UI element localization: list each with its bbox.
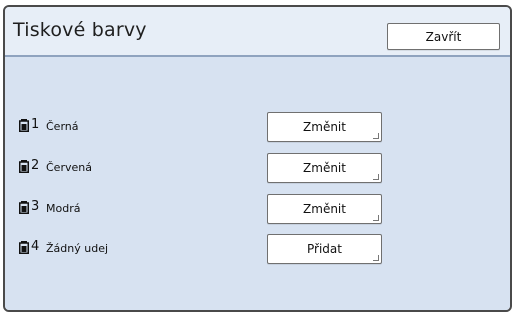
corner-mark-icon	[373, 255, 379, 261]
corner-mark-icon	[373, 174, 379, 180]
drum-number: 4	[31, 239, 40, 254]
drum-row-4: 4 Žádný udej Přidat	[19, 234, 409, 264]
close-button[interactable]: Zavřít	[387, 23, 500, 50]
page-title: Tiskové barvy	[13, 19, 147, 41]
drum-row-2: 2 Červená Změnit	[19, 153, 409, 183]
drum-number: 3	[31, 199, 40, 214]
drum-row-1: 1 Černá Změnit	[19, 112, 409, 142]
ink-drum-icon	[19, 119, 29, 132]
drum-color-name: Žádný udej	[46, 242, 109, 255]
change-button-drum-1[interactable]: Změnit	[267, 112, 382, 142]
change-button-label: Změnit	[303, 120, 346, 134]
change-button-drum-2[interactable]: Změnit	[267, 153, 382, 183]
ink-drum-icon	[19, 241, 29, 254]
corner-mark-icon	[373, 133, 379, 139]
ink-drum-icon	[19, 160, 29, 173]
change-button-label: Změnit	[303, 202, 346, 216]
ink-colors-dialog: Tiskové barvy Zavřít 1 Černá Změnit 2 Če…	[3, 5, 512, 312]
drum-row-3: 3 Modrá Změnit	[19, 194, 409, 224]
change-button-label: Změnit	[303, 161, 346, 175]
corner-mark-icon	[373, 215, 379, 221]
close-button-label: Zavřít	[425, 29, 462, 44]
add-button-label: Přidat	[307, 242, 342, 256]
drum-color-name: Červená	[46, 161, 92, 174]
drum-number: 2	[31, 158, 40, 173]
drum-color-name: Černá	[46, 120, 79, 133]
drum-list: 1 Černá Změnit 2 Červená Změnit 3 Modrá …	[5, 57, 510, 310]
drum-color-name: Modrá	[46, 202, 81, 215]
drum-number: 1	[31, 117, 40, 132]
add-button-drum-4[interactable]: Přidat	[267, 234, 382, 264]
ink-drum-icon	[19, 201, 29, 214]
change-button-drum-3[interactable]: Změnit	[267, 194, 382, 224]
dialog-header: Tiskové barvy Zavřít	[5, 7, 510, 57]
